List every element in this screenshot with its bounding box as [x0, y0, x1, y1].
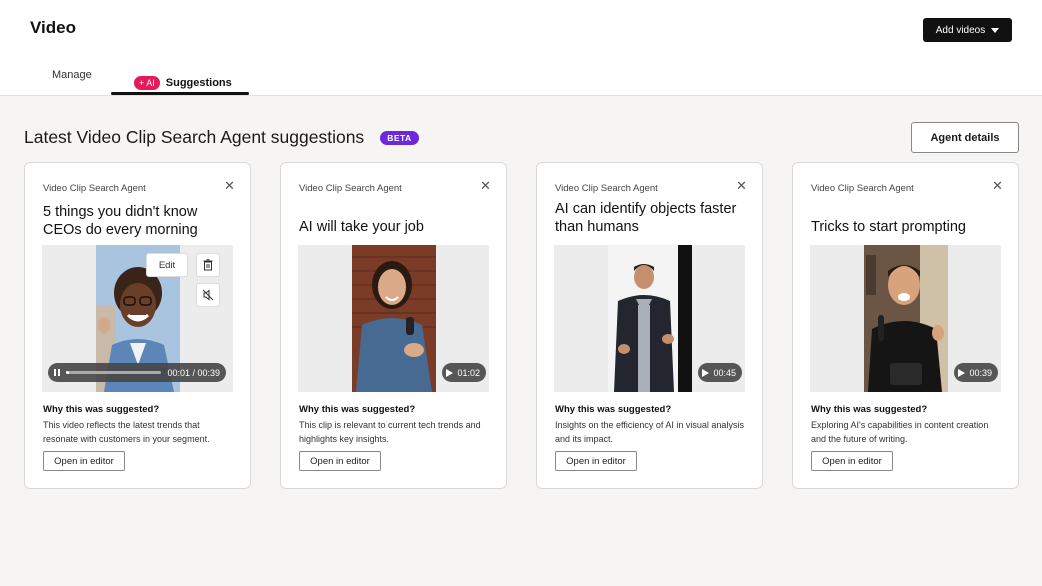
- video-player[interactable]: Edit 00:01 / 00:39: [42, 245, 233, 392]
- trash-icon[interactable]: [196, 253, 220, 277]
- card-title: AI can identify objects faster than huma…: [555, 201, 737, 235]
- card-title: Tricks to start prompting: [811, 219, 966, 235]
- video-duration: 00:45: [713, 367, 736, 378]
- video-thumbnail: [352, 245, 436, 392]
- section-title-text: Latest Video Clip Search Agent suggestio…: [24, 127, 365, 147]
- progress-track[interactable]: [66, 371, 162, 374]
- close-icon[interactable]: ✕: [992, 179, 1003, 192]
- add-videos-button[interactable]: Add videos: [923, 18, 1012, 42]
- add-videos-label: Add videos: [935, 24, 986, 36]
- open-in-editor-button[interactable]: Open in editor: [43, 451, 125, 471]
- close-icon[interactable]: ✕: [480, 179, 491, 192]
- mute-icon[interactable]: [196, 283, 220, 307]
- video-duration: 00:39: [969, 367, 992, 378]
- close-icon[interactable]: ✕: [736, 179, 747, 192]
- tab-suggestions-label: Suggestions: [165, 77, 232, 89]
- page-title: Video: [30, 18, 76, 37]
- video-thumbnail-container[interactable]: 00:45: [554, 245, 745, 392]
- play-icon: [702, 368, 710, 377]
- tab-manage-label: Manage: [52, 69, 92, 81]
- section-title: Latest Video Clip Search Agent suggestio…: [24, 127, 419, 148]
- video-thumbnail-container[interactable]: 01:02: [298, 245, 489, 392]
- video-thumbnail: [864, 245, 948, 392]
- play-duration-button[interactable]: 01:02: [442, 363, 486, 382]
- pause-icon[interactable]: [54, 369, 60, 376]
- card-title: AI will take your job: [299, 219, 424, 235]
- card-agent-label: Video Clip Search Agent: [299, 183, 402, 194]
- play-icon: [446, 368, 454, 377]
- playback-time: 00:01 / 00:39: [167, 367, 220, 378]
- why-heading: Why this was suggested?: [43, 404, 160, 415]
- player-controls: 00:01 / 00:39: [48, 363, 226, 382]
- why-text: This clip is relevant to current tech tr…: [299, 420, 481, 444]
- beta-badge: BETA: [380, 130, 419, 145]
- video-thumbnail: [608, 245, 692, 392]
- edit-button[interactable]: Edit: [146, 253, 188, 277]
- active-tab-indicator: [111, 92, 249, 95]
- top-bar: Video Add videos Manage + AI Suggestions: [0, 0, 1042, 96]
- suggestion-card: Video Clip Search Agent ✕ 5 things you d…: [24, 162, 251, 489]
- play-duration-button[interactable]: 00:45: [698, 363, 742, 382]
- open-in-editor-button[interactable]: Open in editor: [811, 451, 893, 471]
- play-icon: [958, 368, 966, 377]
- suggestion-card: Video Clip Search Agent ✕ Tricks to star…: [792, 162, 1019, 489]
- chevron-down-icon: [991, 27, 1000, 33]
- open-in-editor-button[interactable]: Open in editor: [555, 451, 637, 471]
- why-heading: Why this was suggested?: [811, 404, 928, 415]
- close-icon[interactable]: ✕: [224, 179, 235, 192]
- card-title: 5 things you didn't know CEOs do every m…: [43, 204, 198, 238]
- video-duration: 01:02: [457, 367, 480, 378]
- why-heading: Why this was suggested?: [299, 404, 416, 415]
- progress-fill: [66, 371, 69, 374]
- play-duration-button[interactable]: 00:39: [954, 363, 998, 382]
- card-agent-label: Video Clip Search Agent: [555, 183, 658, 194]
- suggestion-card: Video Clip Search Agent ✕ AI will take y…: [280, 162, 507, 489]
- video-thumbnail-container[interactable]: 00:39: [810, 245, 1001, 392]
- open-in-editor-button[interactable]: Open in editor: [299, 451, 381, 471]
- card-agent-label: Video Clip Search Agent: [811, 183, 914, 194]
- ai-badge: + AI: [134, 76, 160, 90]
- why-text: Exploring AI's capabilities in content c…: [811, 420, 989, 444]
- tab-manage[interactable]: Manage: [52, 69, 92, 99]
- why-text: This video reflects the latest trends th…: [43, 420, 210, 444]
- agent-details-button[interactable]: Agent details: [911, 122, 1019, 153]
- card-agent-label: Video Clip Search Agent: [43, 183, 146, 194]
- why-text: Insights on the efficiency of AI in visu…: [555, 420, 744, 444]
- suggestion-card: Video Clip Search Agent ✕ AI can identif…: [536, 162, 763, 489]
- why-heading: Why this was suggested?: [555, 404, 672, 415]
